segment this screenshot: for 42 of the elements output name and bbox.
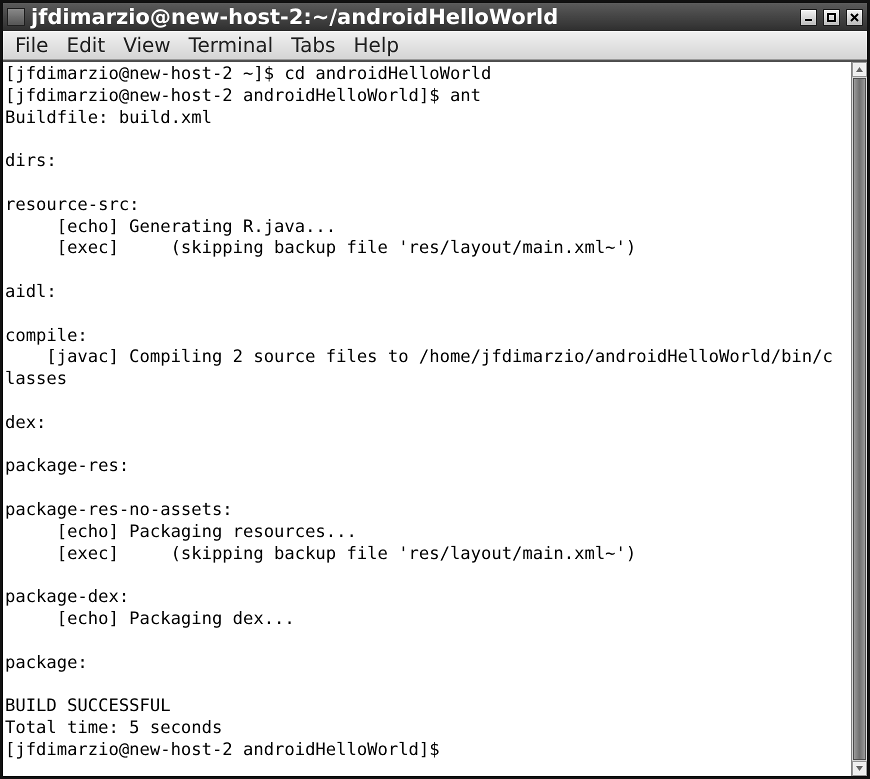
terminal-line: dirs: — [5, 151, 58, 173]
menu-item[interactable]: Terminal — [180, 31, 282, 59]
scroll-up-button[interactable] — [852, 62, 867, 77]
scroll-down-button[interactable] — [852, 761, 867, 776]
terminal-line: Buildfile: build.xml — [5, 108, 213, 130]
terminal-line: [echo] Packaging resources... — [56, 522, 358, 544]
terminal-line: BUILD SUCCESSFUL — [5, 696, 172, 718]
menu-item[interactable]: Edit — [58, 31, 114, 59]
close-button[interactable] — [846, 8, 863, 26]
maximize-icon — [827, 12, 836, 22]
terminal-line: lasses — [5, 369, 68, 391]
terminal-line: compile: — [5, 326, 89, 348]
terminal-line: package-dex: — [5, 587, 130, 609]
terminal-line: [jfdimarzio@new-host-2 androidHelloWorld]$ — [5, 740, 441, 762]
window-icon — [7, 8, 25, 26]
down-arrow-icon — [856, 766, 863, 771]
minimize-button[interactable] — [800, 8, 817, 26]
terminal-line: [echo] Packaging dex... — [56, 608, 296, 631]
scroll-thumb[interactable] — [853, 78, 866, 760]
close-icon — [850, 12, 859, 22]
terminal-line: package: — [5, 652, 89, 674]
terminal-line: [exec] (skipping backup file 'res/layout/main.xml~') — [56, 544, 638, 566]
window-title: jfdimarzio@new-host-2:~/androidHelloWorld — [31, 5, 560, 29]
scrollbar[interactable] — [851, 62, 867, 776]
terminal-line: [exec] (skipping backup file 'res/layout/main.xml~') — [56, 238, 638, 260]
terminal-line: [echo] Generating R.java... — [56, 216, 338, 238]
menu-item[interactable]: File — [7, 31, 56, 59]
terminal-line: package-res-no-assets: — [5, 500, 234, 522]
menu-item[interactable]: Help — [345, 31, 408, 59]
terminal-line: package-res: — [5, 456, 130, 478]
minimize-icon — [805, 19, 812, 21]
terminal-line: aidl: — [5, 282, 58, 304]
terminal-line: [jfdimarzio@new-host-2 androidHelloWorld]$ ant — [5, 86, 482, 108]
maximize-button[interactable] — [823, 8, 840, 26]
terminal-line: [javac] Compiling 2 source files to /home/jfdimarzio/androidHelloWorld/bin/c — [45, 347, 834, 370]
terminal-line: dex: — [5, 412, 48, 435]
terminal-line: [jfdimarzio@new-host-2 ~]$ cd androidHelloWorld — [5, 64, 492, 86]
terminal-line: resource-src: — [5, 194, 141, 217]
terminal-line: Total time: 5 seconds — [5, 718, 224, 740]
menu-item[interactable]: Tabs — [283, 31, 344, 59]
up-arrow-icon — [856, 67, 863, 72]
menu-item[interactable]: View — [115, 31, 179, 59]
